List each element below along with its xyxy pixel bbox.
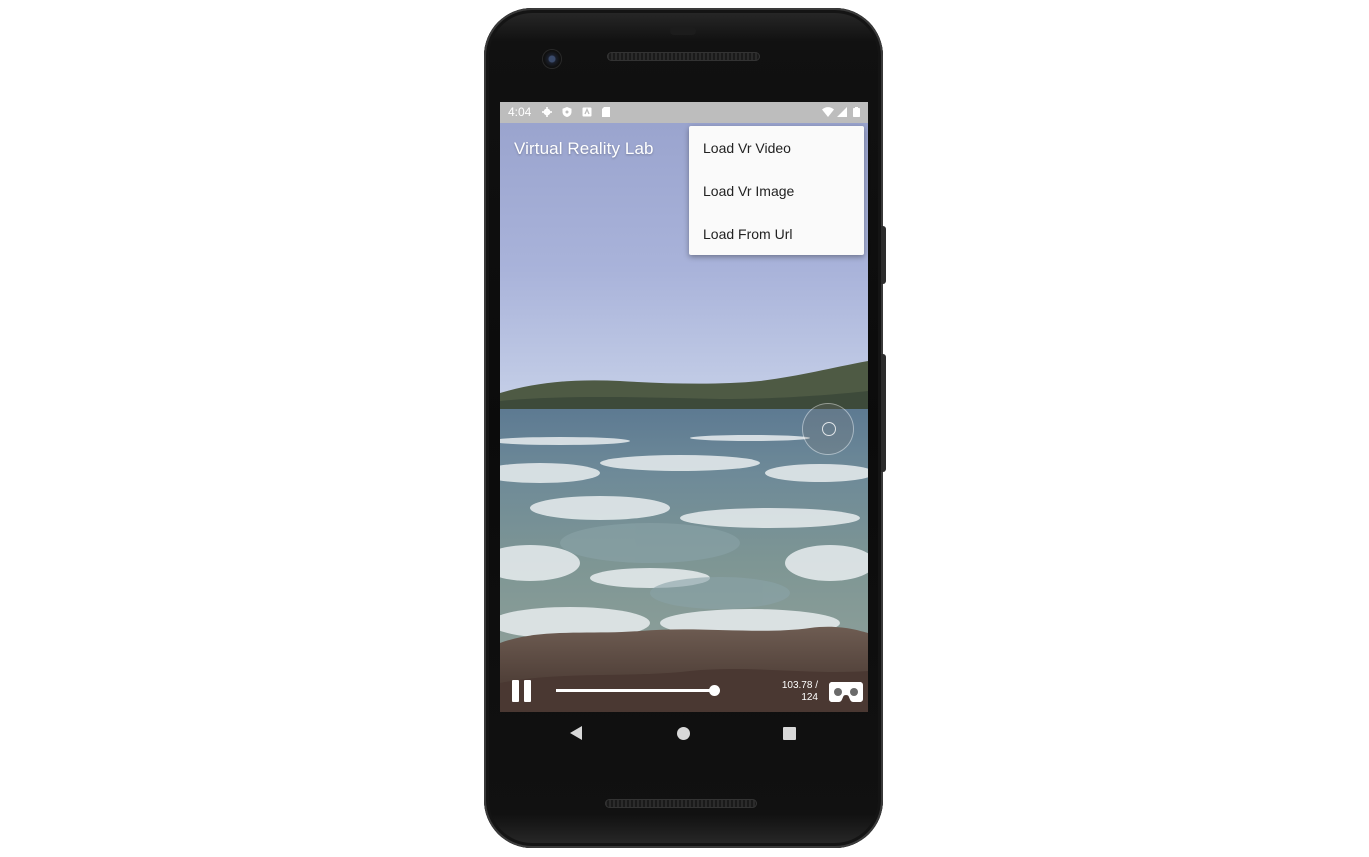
volume-rocker [881,354,886,472]
battery-icon [853,107,860,117]
top-speaker-grille [607,52,760,61]
app-title: Virtual Reality Lab [514,139,654,158]
front-camera [543,50,561,68]
back-icon[interactable] [569,726,583,740]
time-display: 103.78 / 124 [768,680,818,704]
menu-item-load-from-url[interactable]: Load From Url [703,226,792,242]
pause-icon-bar [524,680,531,702]
power-button [881,226,886,284]
time-current: 103.78 / [781,680,818,691]
app-notification-icon [582,107,592,117]
cardboard-vr-icon[interactable] [829,680,863,704]
home-icon[interactable] [677,727,690,740]
shield-icon [562,107,572,117]
seek-handle[interactable] [709,685,720,696]
reticle-icon [822,422,836,436]
signal-icon [837,107,847,117]
sd-card-icon [602,107,610,117]
settings-icon [542,107,552,117]
seek-bar[interactable] [556,689,716,692]
menu-item-load-vr-image[interactable]: Load Vr Image [703,183,794,199]
overflow-menu: Load Vr Video Load Vr Image Load From Ur… [689,126,864,255]
time-total: 124 [801,692,818,703]
status-time: 4:04 [508,105,532,119]
status-bar: 4:04 [500,102,868,123]
menu-item-load-vr-video[interactable]: Load Vr Video [703,140,791,156]
earpiece [670,27,696,35]
bottom-speaker-grille [605,799,757,808]
view-compass-button[interactable] [803,404,853,454]
wifi-icon [822,107,834,117]
pause-button[interactable] [510,680,534,702]
recents-icon[interactable] [783,727,796,740]
pause-icon [512,680,519,702]
